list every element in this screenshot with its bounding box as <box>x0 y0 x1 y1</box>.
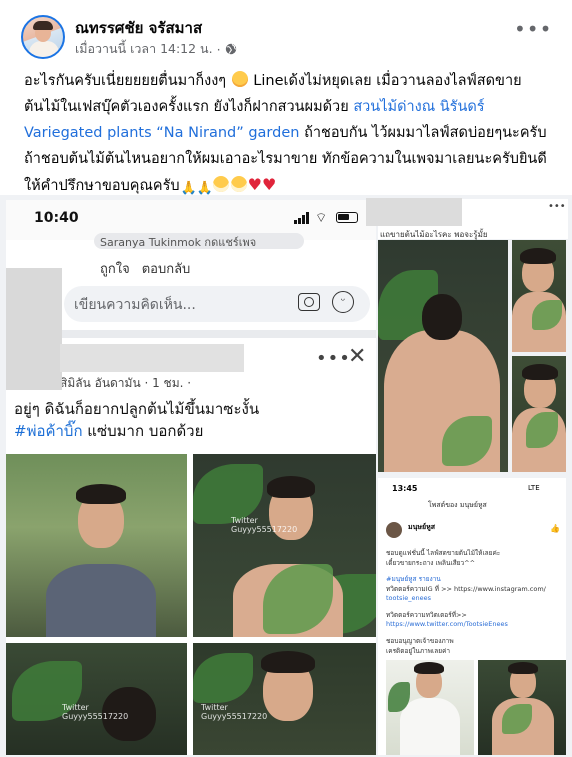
watermark: Twitter Guyyy55517220 <box>62 703 129 721</box>
phone-clock: 10:40 <box>34 210 79 226</box>
pray-emoji-icon: 🙏 <box>196 181 213 196</box>
author-name[interactable]: ณทรรศชัย จรัสมาส <box>75 16 202 40</box>
watermark: Twitter Guyyy55517220 <box>201 703 268 721</box>
wifi-icon: ⌔ <box>315 211 328 226</box>
avatar <box>386 522 402 538</box>
screen2-line: #มนุษย์หูส รายงาน <box>386 575 441 583</box>
signal-icon <box>294 212 310 224</box>
heart-emoji-icon: ♥ <box>247 175 262 194</box>
blurred-overlay <box>60 344 244 372</box>
comment-placeholder: เขียนความคิดเห็น... <box>74 297 196 313</box>
photo-tile-9 <box>478 660 566 755</box>
meta-separator: · <box>216 41 221 57</box>
flushed-emoji-icon <box>231 71 248 87</box>
inner-more-icon: ••• <box>316 348 351 369</box>
blurred-overlay <box>366 198 462 226</box>
screenshot-right-phone[interactable]: 13:45 LTE โพสต์ของ มนุษย์หูส มนุษย์หูส 👍… <box>378 478 566 755</box>
inner-post-meta: สิมิลัน อันดามัน · 1 ชม. · <box>60 376 192 390</box>
blurred-overlay <box>6 268 62 390</box>
globe-icon[interactable] <box>225 43 237 55</box>
post-caption: อะไรกันครับเนี่ยยยยยตื่นมาก็งงๆ Lineเด้ง… <box>24 68 554 199</box>
photo-tile-7[interactable] <box>512 356 566 472</box>
post-meta: เมื่อวานนี้ เวลา 14:12 น. · <box>75 39 237 59</box>
reply-author-name: Saranya Tukinmok กดแชร์เพจ <box>94 233 304 249</box>
photo-tile-4: Twitter Guyyy55517220 <box>193 643 376 755</box>
phone-clock: 13:45 <box>392 484 418 493</box>
grin-emoji-icon <box>230 176 247 192</box>
watermark: Twitter Guyyy55517220 <box>231 516 298 534</box>
more-options-icon[interactable]: ••• <box>514 19 551 40</box>
like-link: ถูกใจ <box>100 262 130 277</box>
smiley-icon: ᵕ <box>332 291 354 313</box>
screen2-title: โพสต์ของ มนุษย์หูส <box>428 501 487 509</box>
photo-tile-2: Twitter Guyyy55517220 <box>193 454 376 637</box>
screen2-line: ทวิตตอร์ความทวิตเตอร์ที่>> <box>386 611 467 619</box>
screen2-line: tootsie_enees <box>386 594 431 602</box>
reply-link: ตอบกลับ <box>141 262 191 277</box>
camera-icon <box>298 293 320 311</box>
post-header: ณทรรศชัย จรัสมาส เมื่อวานนี้ เวลา 14:12 … <box>0 0 572 62</box>
comment-actions: ถูกใจ ตอบกลับ <box>100 258 190 279</box>
screen2-line: เดี๋ยวขายกระถาง เพลินเสียว^^ <box>386 559 476 567</box>
pray-emoji-icon: 🙏 <box>180 181 197 196</box>
screen2-line: ชอบดูแฟชั่นนี้ ไลฟ์สดขายต้นไม้ให้เลยค่ะ <box>386 549 501 557</box>
battery-icon <box>336 212 358 223</box>
grin-emoji-icon <box>212 176 229 192</box>
photo-tile-1 <box>6 454 187 637</box>
inner-text-line2: แซ่บมาก บอกด้วย <box>82 422 204 440</box>
screen2-line: ทวิตตอร์ความIG ที่ >> https://www.instag… <box>386 585 546 593</box>
screen2-line: ชอบอนุญาตเจ้าของภาพ <box>386 637 454 645</box>
inner-more-icon: ••• <box>548 201 566 212</box>
screen2-author: มนุษย์หูส <box>408 523 436 531</box>
inner-hashtag: #พ่อค้าบิ๊ก <box>14 422 83 440</box>
post-time[interactable]: เมื่อวานนี้ เวลา 14:12 น. <box>75 39 213 59</box>
photo-tile-8 <box>386 660 474 755</box>
like-icon: 👍 <box>550 524 560 533</box>
heart-emoji-icon: ♥ <box>261 175 277 194</box>
caption-text-1: อะไรกันครับเนี่ยยยยยตื่นมาก็งงๆ <box>24 73 231 89</box>
inner-text-line1: อยู่ๆ ดิฉันก็อยากปลูกต้นไม้ขึ้นมาซะงั้น <box>14 400 260 418</box>
facebook-post: ณทรรศชัย จรัสมาส เมื่อวานนี้ เวลา 14:12 … <box>0 0 572 757</box>
inner-post-text: อยู่ๆ ดิฉันก็อยากปลูกต้นไม้ขึ้นมาซะงั้น … <box>14 398 364 442</box>
photo-tile-6[interactable] <box>512 240 566 352</box>
screen2-line: เครดิตอยู่ในภาพเลยค่า <box>386 647 451 655</box>
phone-status: LTE <box>528 484 540 492</box>
photo-tile-5[interactable] <box>378 240 508 472</box>
close-icon: ✕ <box>348 344 367 369</box>
author-avatar[interactable] <box>21 15 65 59</box>
photo-tile-3: Twitter Guyyy55517220 <box>6 643 187 755</box>
screen2-line: https://www.twitter.com/TootsieEnees <box>386 620 508 628</box>
